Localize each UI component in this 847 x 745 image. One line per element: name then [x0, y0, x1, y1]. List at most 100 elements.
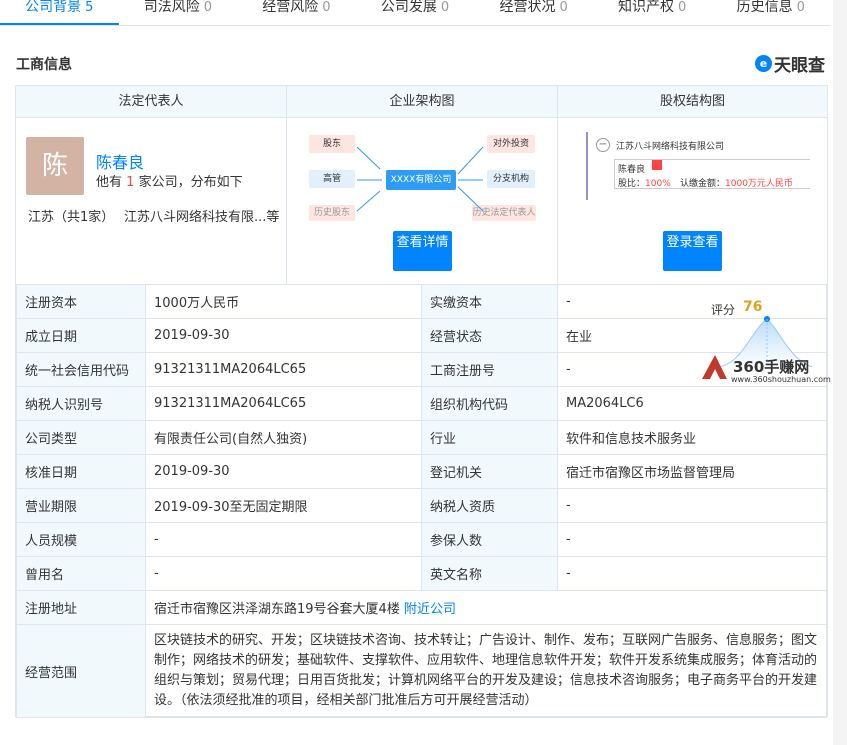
legal-rep-region: 江苏（共1家）	[28, 210, 115, 225]
nearby-companies-link[interactable]: 附近公司	[404, 602, 456, 617]
collapse-icon: −	[596, 138, 610, 152]
brand-name: 天眼查	[774, 56, 825, 76]
ratio-label: 股比：	[618, 179, 646, 189]
legal-rep-summary: 他有 1 家公司，分布如下	[96, 171, 243, 190]
tab-company-background[interactable]: 公司背景 5	[0, 0, 119, 25]
field-value: -	[557, 522, 827, 557]
field-label: 核准日期	[16, 454, 146, 489]
field-label: 纳税人识别号	[16, 386, 146, 421]
tab-intellectual-property[interactable]: 知识产权 0	[593, 0, 712, 25]
org-arrows-icon	[356, 146, 484, 212]
legal-rep-card: 陈 陈春良 他有 1 家公司，分布如下 江苏（共1家） 江苏八斗网络科技有限..…	[16, 119, 286, 284]
tianyancha-logo-icon: e	[755, 55, 772, 72]
field-label: 注册地址	[16, 590, 146, 625]
field-label: 实缴资本	[421, 284, 558, 319]
tab-bar: 公司背景 5 司法风险 0 经营风险 0 公司发展 0 经营状况 0 知识产权 0 历史信息…	[0, 0, 830, 26]
field-value: -	[145, 556, 422, 591]
tab-company-development[interactable]: 公司发展 0	[356, 0, 475, 25]
legal-rep-company-link[interactable]: 江苏八斗网络科技有限...等	[124, 206, 279, 225]
ratio-value: 100%	[645, 179, 671, 189]
field-label: 经营范围	[16, 624, 146, 718]
table-row: 经营范围 区块链技术的研究、开发；区块链技术咨询、技术转让；广告设计、制作、发布；…	[16, 624, 827, 718]
tab-count: 0	[440, 0, 450, 15]
field-label: 注册资本	[16, 284, 146, 319]
score-label: 评分	[711, 303, 736, 317]
watermark-url: www.360shouzhuan.com	[731, 375, 831, 384]
equity-ratio: 股比：100%	[618, 176, 671, 189]
field-value: 91321311MA2064LC65	[145, 386, 422, 421]
field-label: 人员规模	[16, 522, 146, 557]
field-value: -	[557, 556, 827, 591]
tab-label: 公司背景	[25, 0, 82, 15]
tab-judicial-risk[interactable]: 司法风险 0	[119, 0, 238, 25]
address-value: 宿迁市宿豫区洪泽湖东路19号谷套大厦4楼 附近公司	[145, 590, 827, 625]
tab-business-risk[interactable]: 经营风险 0	[237, 0, 356, 25]
equity-chart-header: 股权结构图	[558, 86, 827, 118]
table-row: 营业期限 2019-09-30至无固定期限 纳税人资质 -	[16, 488, 827, 523]
field-label: 参保人数	[421, 522, 558, 557]
avatar: 陈	[26, 137, 84, 195]
field-value: 软件和信息技术服务业	[557, 420, 827, 455]
person-marker-icon	[652, 160, 662, 170]
address-text: 宿迁市宿豫区洪泽湖东路19号谷套大厦4楼	[154, 602, 400, 617]
tab-label: 司法风险	[143, 0, 200, 15]
tab-count: 0	[203, 0, 212, 15]
amount-value: 1000万元人民币	[725, 179, 793, 189]
table-row: 人员规模 - 参保人数 -	[16, 522, 827, 557]
field-value: 2019-09-30	[145, 318, 422, 353]
field-value: 宿迁市宿豫区市场监督管理局	[557, 454, 827, 489]
table-row: 注册地址 宿迁市宿豫区洪泽湖东路19号谷套大厦4楼 附近公司	[16, 590, 827, 625]
business-scope-value: 区块链技术的研究、开发；区块链技术咨询、技术转让；广告设计、制作、发布；互联网广…	[145, 624, 827, 718]
field-label: 工商注册号	[421, 352, 558, 387]
field-value: 有限责任公司(自然人独资)	[145, 420, 422, 455]
score-value: 76	[743, 299, 763, 315]
tab-operating-status[interactable]: 经营状况 0	[474, 0, 593, 25]
equity-amount: 认缴金额：1000万元人民币	[680, 176, 793, 189]
score-widget: 评分 76 360手赚网 www.360shouzhuan.com	[697, 289, 831, 397]
tab-label: 经营风险	[262, 0, 319, 15]
field-value: -	[557, 488, 827, 523]
amount-label: 认缴金额：	[680, 179, 726, 189]
field-value: 91321311MA2064LC65	[145, 352, 422, 387]
tab-label: 经营状况	[499, 0, 556, 15]
tab-history[interactable]: 历史信息 0	[711, 0, 830, 25]
field-label: 纳税人资质	[421, 488, 558, 523]
top-bar: 公司背景 5 司法风险 0 经营风险 0 公司发展 0 经营状况 0 知识产权 0 历史信息…	[0, 0, 847, 28]
table-row: 核准日期 2019-09-30 登记机关 宿迁市宿豫区市场监督管理局	[16, 454, 827, 489]
summary-prefix: 他有	[96, 175, 123, 190]
field-label: 公司类型	[16, 420, 146, 455]
tab-count: 0	[559, 0, 568, 15]
tab-count: 5	[85, 0, 94, 15]
field-label: 统一社会信用代码	[16, 352, 146, 387]
field-value: 1000万人民币	[145, 284, 422, 319]
scrollbar[interactable]	[833, 0, 847, 745]
table-row: 曾用名 - 英文名称 -	[16, 556, 827, 591]
org-chart-header: 企业架构图	[287, 86, 557, 118]
field-label: 曾用名	[16, 556, 146, 591]
tab-count: 0	[322, 0, 331, 15]
equity-person: 陈春良	[618, 165, 646, 175]
field-label: 登记机关	[421, 454, 558, 489]
watermark-text: 360手赚网	[733, 358, 810, 376]
field-label: 营业期限	[16, 488, 146, 523]
tab-label: 历史信息	[736, 0, 793, 15]
field-value: 2019-09-30至无固定期限	[145, 488, 422, 523]
legal-rep-header: 法定代表人	[16, 86, 286, 118]
field-value: -	[145, 522, 422, 557]
tab-label: 公司发展	[380, 0, 437, 15]
view-details-button[interactable]: 查看详情	[393, 231, 452, 271]
company-count: 1	[126, 175, 135, 190]
field-label: 成立日期	[16, 318, 146, 353]
field-label: 组织机构代码	[421, 386, 558, 421]
business-info-panel: 法定代表人 企业架构图 股权结构图 陈 陈春良 他有 1 家公司，分布如下 江苏…	[15, 85, 828, 718]
field-value: 2019-09-30	[145, 454, 422, 489]
legal-rep-name-link[interactable]: 陈春良	[96, 149, 144, 173]
tab-count: 0	[796, 0, 805, 15]
org-chart-preview: 股东 高管 历史股东 XXXX有限公司 对外投资 分支机构 历史法定代表人 查看…	[287, 119, 557, 284]
table-row: 公司类型 有限责任公司(自然人独资) 行业 软件和信息技术服务业	[16, 420, 827, 455]
field-label: 英文名称	[421, 556, 558, 591]
login-to-view-button[interactable]: 登录查看	[663, 231, 722, 271]
section-title: 工商信息	[16, 57, 72, 73]
field-label: 行业	[421, 420, 558, 455]
field-label: 经营状态	[421, 318, 558, 353]
